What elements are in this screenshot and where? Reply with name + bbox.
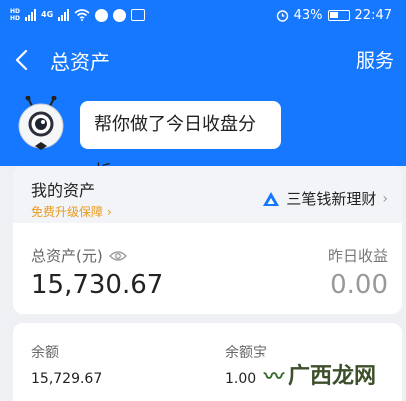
balance-value: 15,729.67 (31, 371, 103, 387)
chevron-right-icon: › (382, 190, 388, 207)
watermark-logo-icon: 〰 (264, 363, 284, 388)
assistant-bubble[interactable]: 帮你做了今日收盘分析 (80, 101, 281, 183)
status-right: 43% 22:47 (276, 8, 392, 23)
balance-label: 余额 (31, 345, 59, 361)
partner-link[interactable]: 三笔钱新理财 › (262, 188, 388, 209)
total-assets-value: 15,730.67 (31, 270, 164, 300)
chat-icon (131, 9, 146, 21)
total-assets-label-row: 总资产(元) (31, 245, 127, 266)
nav-bar: 总资产 服务 (0, 40, 406, 80)
message-icon (95, 8, 109, 22)
back-button[interactable] (12, 44, 40, 76)
back-chevron-icon (15, 49, 28, 71)
watermark: 〰 广西龙网 (258, 356, 383, 392)
notification-icon (113, 8, 127, 22)
watermark-text: 广西龙网 (288, 364, 377, 389)
triangle-logo-icon (263, 191, 280, 206)
yesterday-earnings-value: 0.00 (330, 270, 388, 300)
status-time: 22:47 (354, 8, 392, 23)
signal-icon-2 (58, 9, 70, 21)
status-left: HD HD 4G (10, 8, 146, 22)
robot-avatar-icon[interactable] (15, 95, 67, 154)
total-assets-label: 总资产(元) (31, 247, 103, 265)
alarm-icon (276, 10, 288, 22)
asset-card: 我的资产 免费升级保障 › 三笔钱新理财 › 总资产(元) 昨日收益 15,730… (13, 166, 402, 314)
yuebao-value: 1.00 (225, 371, 257, 387)
upgrade-link-label: 免费升级保障 (31, 205, 104, 219)
hd-label-2: HD (10, 15, 21, 22)
battery-icon (327, 10, 350, 21)
battery-percent: 43% (293, 8, 323, 23)
page-title: 总资产 (50, 50, 110, 74)
service-button[interactable]: 服务 (356, 46, 394, 73)
signal-icon (25, 9, 37, 21)
status-bar: HD HD 4G 43% 22:47 (0, 0, 406, 34)
partner-name: 三笔钱新理财 (286, 190, 377, 208)
hd-indicator: HD HD (10, 8, 20, 22)
hd-label-1: HD (10, 8, 21, 15)
yesterday-earnings-label: 昨日收益 (327, 247, 388, 265)
network-type: 4G (41, 10, 54, 19)
eye-icon[interactable] (108, 250, 127, 262)
wifi-icon (74, 9, 90, 21)
my-assets-heading: 我的资产 (31, 181, 96, 200)
upgrade-link[interactable]: 免费升级保障 › (31, 203, 112, 220)
chevron-right-icon: › (107, 205, 112, 219)
